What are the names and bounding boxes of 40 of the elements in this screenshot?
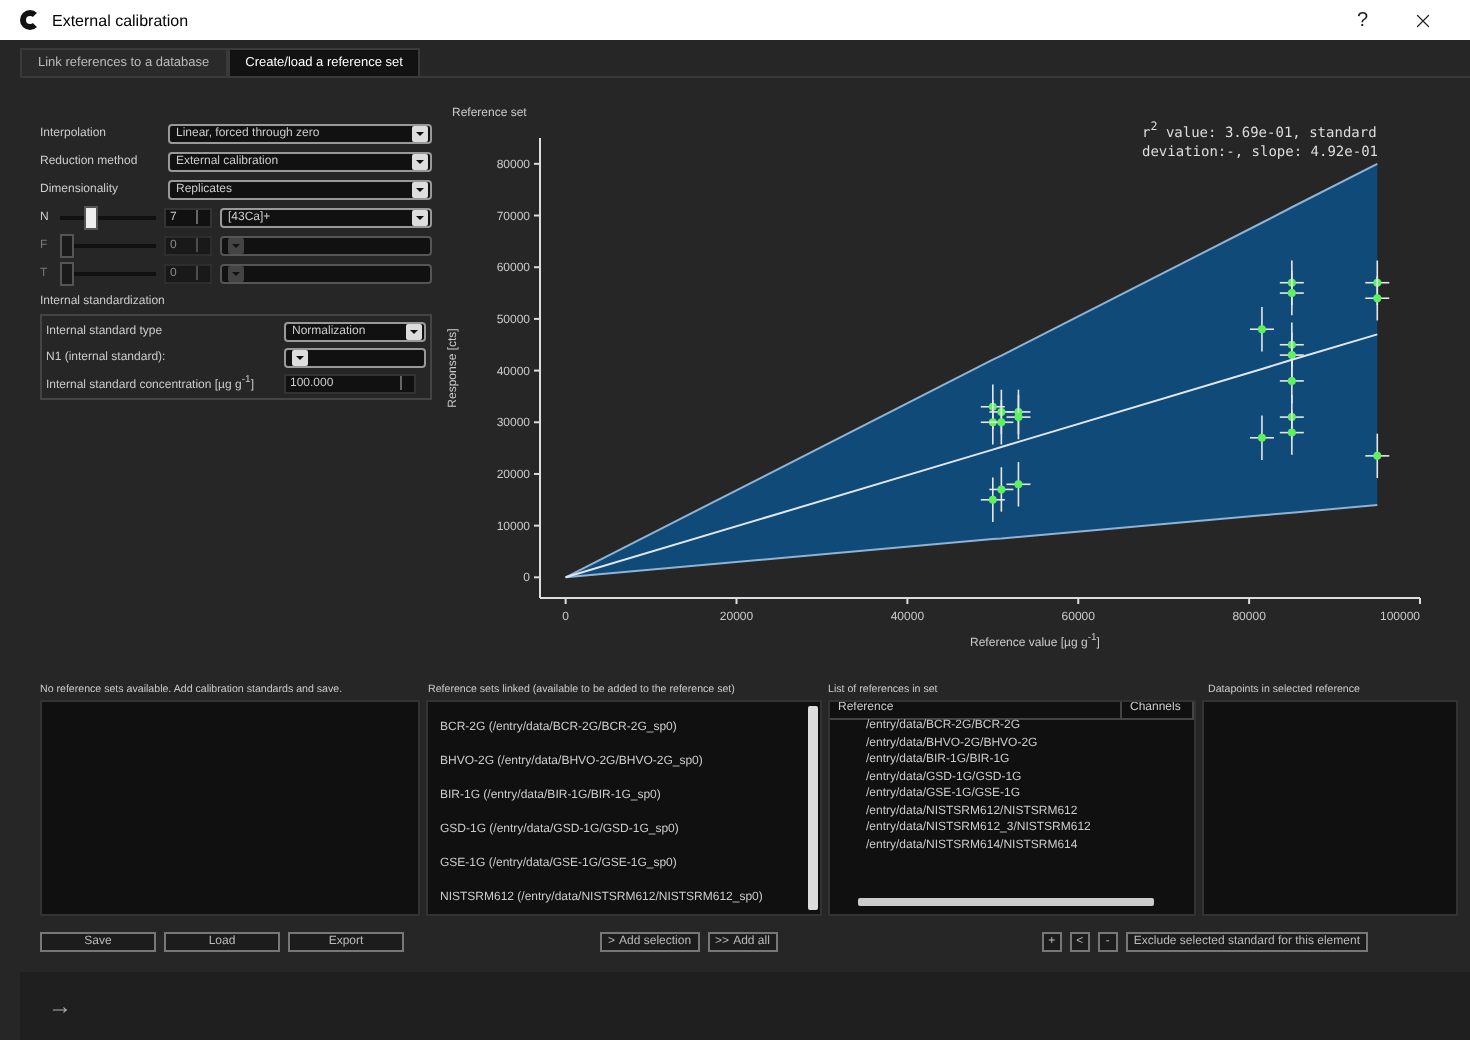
point — [1257, 325, 1266, 334]
linked-set-list[interactable] — [426, 700, 822, 916]
slider[interactable] — [60, 205, 156, 229]
point — [1257, 433, 1266, 442]
point — [988, 495, 997, 504]
data-point — [1279, 409, 1305, 456]
reference-tree[interactable] — [828, 700, 1196, 916]
data-point — [1005, 461, 1032, 508]
data-point — [1249, 414, 1275, 461]
point — [1373, 451, 1382, 460]
slider[interactable] — [60, 261, 156, 285]
data-point — [1364, 432, 1391, 479]
data-point — [1005, 394, 1032, 441]
app-logo-icon — [20, 10, 40, 30]
help-button[interactable]: ? — [1340, 9, 1384, 31]
data-point — [1249, 306, 1275, 353]
caret-icon — [292, 349, 308, 365]
arrow-icon[interactable]: → — [48, 992, 72, 1020]
close-icon — [1412, 9, 1434, 31]
data-point — [988, 466, 1015, 513]
point — [1287, 351, 1296, 360]
point — [1287, 376, 1296, 385]
data-point — [988, 399, 1015, 446]
point — [997, 418, 1006, 427]
point — [1014, 413, 1023, 422]
datapoint-list[interactable] — [1202, 700, 1458, 916]
point — [997, 485, 1006, 494]
data-point — [1364, 275, 1391, 322]
scrollbar[interactable] — [858, 898, 1154, 906]
point — [1287, 428, 1296, 437]
window-title: External calibration — [52, 11, 189, 29]
dropdown[interactable] — [284, 347, 426, 367]
point — [1287, 289, 1296, 298]
point — [1014, 480, 1023, 489]
data-point — [980, 476, 1006, 523]
caret-icon — [406, 323, 422, 339]
data-point — [1279, 270, 1305, 317]
point — [1373, 294, 1382, 303]
slider[interactable] — [60, 233, 156, 257]
scrollbar[interactable] — [808, 706, 818, 910]
